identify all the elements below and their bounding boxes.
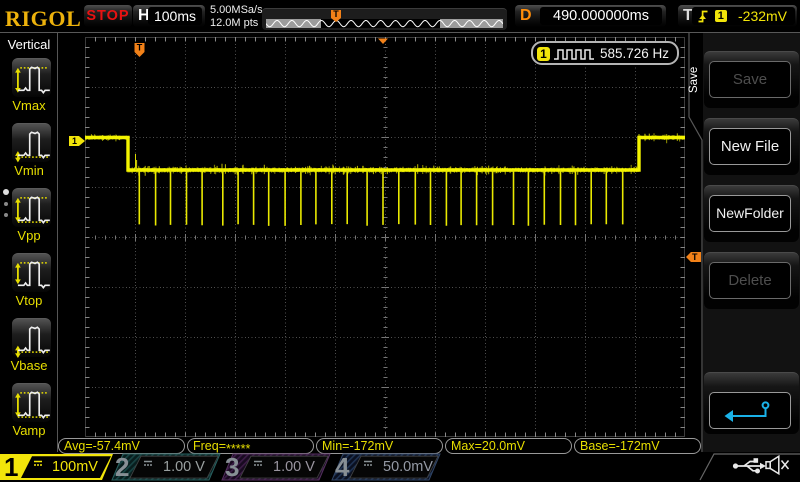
svg-text:4: 4 [335, 452, 350, 482]
svg-text:1.00 V: 1.00 V [273, 459, 315, 475]
svg-text:T: T [137, 43, 143, 53]
svg-text:1.00 V: 1.00 V [163, 459, 205, 475]
svg-text:3: 3 [225, 452, 239, 482]
svg-text:2: 2 [115, 452, 129, 482]
svg-text:50.0mV: 50.0mV [383, 459, 433, 475]
svg-text:1: 1 [4, 452, 18, 482]
svg-text:100mV: 100mV [52, 459, 98, 475]
